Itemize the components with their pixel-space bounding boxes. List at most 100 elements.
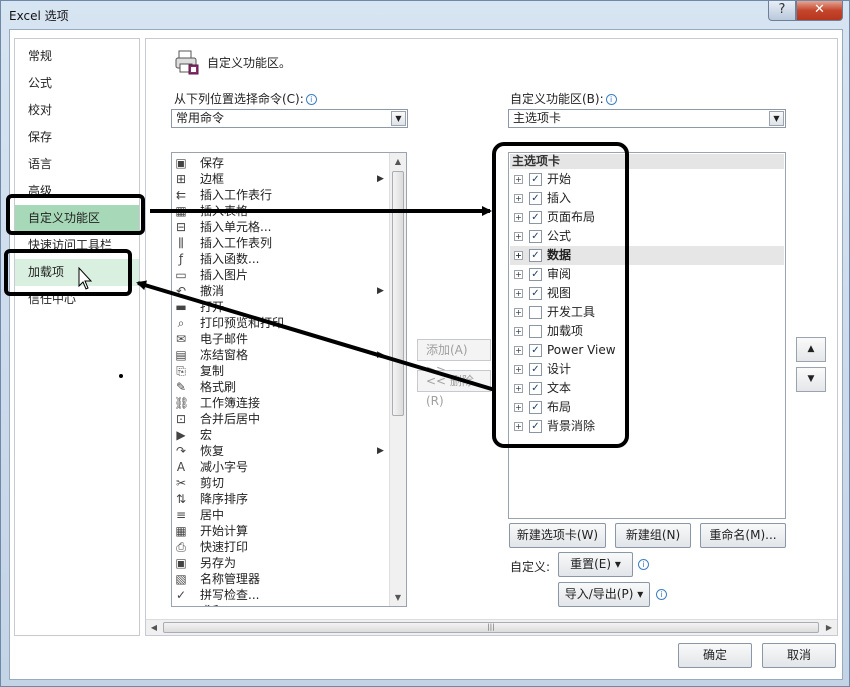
nav-item-8[interactable]: 加载项 <box>15 259 139 286</box>
new-group-button[interactable]: 新建组(N) <box>615 523 691 548</box>
command-item[interactable]: ▣ 保存 <box>172 155 390 171</box>
ribbon-tab-row[interactable]: + ✓ 开始 <box>510 170 784 189</box>
command-item[interactable]: ⎙ 快速打印 <box>172 539 390 555</box>
help-button[interactable]: ? <box>768 1 796 21</box>
move-down-button[interactable]: ▼ <box>796 367 826 392</box>
remove-button[interactable]: << 删除(R) <box>417 370 491 408</box>
command-item[interactable]: ▦ 插入表格 <box>172 203 390 219</box>
ribbon-tab-row[interactable]: + ✓ 背景消除 <box>510 417 784 436</box>
expand-icon[interactable]: + <box>514 346 523 355</box>
ribbon-tab-row[interactable]: + ✓ 布局 <box>510 398 784 417</box>
nav-item-3[interactable]: 保存 <box>15 124 139 151</box>
commands-scrollbar[interactable]: ▲ ▼ <box>389 153 406 606</box>
nav-item-2[interactable]: 校对 <box>15 97 139 124</box>
ribbon-tab-row[interactable]: + ✓ 审阅 <box>510 265 784 284</box>
expand-icon[interactable]: + <box>514 175 523 184</box>
commands-list[interactable]: ↘求和✓拼写检查...▧名称管理器▣另存为⎙快速打印▦开始计算≡居中⇅降序排序✂… <box>171 152 407 607</box>
command-item[interactable]: ⊟ 插入单元格... <box>172 219 390 235</box>
reset-button[interactable]: 重置(E) ▾ <box>558 552 633 577</box>
customize-ribbon-select[interactable]: 主选项卡 ▼ <box>508 109 786 128</box>
add-button[interactable]: 添加(A) >> <box>417 339 491 377</box>
choose-commands-select[interactable]: 常用命令 ▼ <box>171 109 408 128</box>
scroll-down-icon[interactable]: ▼ <box>390 589 406 606</box>
tab-checkbox[interactable]: ✓ <box>529 173 542 186</box>
expand-icon[interactable]: + <box>514 213 523 222</box>
tab-checkbox[interactable]: ✓ <box>529 192 542 205</box>
nav-item-7[interactable]: 快速访问工具栏 <box>15 232 139 259</box>
command-item[interactable]: ⫼ 插入工作表列 <box>172 235 390 251</box>
ribbon-tab-row[interactable]: + 开发工具 <box>510 303 784 322</box>
command-item[interactable]: ⊞ 边框 ▶ <box>172 171 390 187</box>
command-item[interactable]: ⌕ 打印预览和打印 <box>172 315 390 331</box>
command-item[interactable]: ↶ 撤消 ▶ <box>172 283 390 299</box>
command-item[interactable]: ≡ 居中 <box>172 507 390 523</box>
nav-item-5[interactable]: 高级 <box>15 178 139 205</box>
rename-button[interactable]: 重命名(M)... <box>700 523 786 548</box>
command-item[interactable]: ✉ 电子邮件 <box>172 331 390 347</box>
command-item[interactable]: ✓ 拼写检查... <box>172 587 390 603</box>
command-item[interactable]: ✎ 格式刷 <box>172 379 390 395</box>
ribbon-tab-row[interactable]: + ✓ 插入 <box>510 189 784 208</box>
cancel-button[interactable]: 取消 <box>762 643 836 668</box>
scroll-up-icon[interactable]: ▲ <box>390 153 406 170</box>
scroll-left-icon[interactable]: ◀ <box>146 620 162 635</box>
command-item[interactable]: ⛓ 工作簿连接 <box>172 395 390 411</box>
command-item[interactable]: ↘ 求和 <box>172 603 390 606</box>
command-item[interactable]: A 减小字号 <box>172 459 390 475</box>
ok-button[interactable]: 确定 <box>678 643 752 668</box>
horizontal-scrollbar[interactable]: ◀ ||| ▶ <box>146 619 837 635</box>
expand-icon[interactable]: + <box>514 251 523 260</box>
nav-item-4[interactable]: 语言 <box>15 151 139 178</box>
expand-icon[interactable]: + <box>514 232 523 241</box>
expand-icon[interactable]: + <box>514 270 523 279</box>
expand-icon[interactable]: + <box>514 289 523 298</box>
nav-item-0[interactable]: 常规 <box>15 43 139 70</box>
ribbon-tab-row[interactable]: + ✓ 文本 <box>510 379 784 398</box>
expand-icon[interactable]: + <box>514 384 523 393</box>
move-up-button[interactable]: ▲ <box>796 337 826 362</box>
expand-icon[interactable]: + <box>514 194 523 203</box>
expand-icon[interactable]: + <box>514 403 523 412</box>
tab-checkbox[interactable] <box>529 325 542 338</box>
command-item[interactable]: ▤ 冻结窗格 ▶ <box>172 347 390 363</box>
expand-icon[interactable]: + <box>514 308 523 317</box>
command-item[interactable]: ⊡ 合并后居中 <box>172 411 390 427</box>
tab-checkbox[interactable]: ✓ <box>529 344 542 357</box>
ribbon-tab-row[interactable]: + 加载项 <box>510 322 784 341</box>
nav-item-1[interactable]: 公式 <box>15 70 139 97</box>
ribbon-tab-row[interactable]: + ✓ 公式 <box>510 227 784 246</box>
command-item[interactable]: ↷ 恢复 ▶ <box>172 443 390 459</box>
new-tab-button[interactable]: 新建选项卡(W) <box>509 523 606 548</box>
ribbon-tab-row[interactable]: + ✓ 数据 <box>510 246 784 265</box>
nav-item-9[interactable]: 信任中心 <box>15 286 139 313</box>
command-item[interactable]: ▬ 打开 <box>172 299 390 315</box>
ribbon-tab-row[interactable]: + ✓ 视图 <box>510 284 784 303</box>
command-item[interactable]: ✂ 剪切 <box>172 475 390 491</box>
horizontal-scroll-thumb[interactable]: ||| <box>163 622 819 633</box>
command-item[interactable]: ▦ 开始计算 <box>172 523 390 539</box>
command-item[interactable]: ⇅ 降序排序 <box>172 491 390 507</box>
tab-checkbox[interactable]: ✓ <box>529 268 542 281</box>
tab-checkbox[interactable]: ✓ <box>529 287 542 300</box>
command-item[interactable]: ▣ 另存为 <box>172 555 390 571</box>
tab-checkbox[interactable]: ✓ <box>529 401 542 414</box>
ribbon-tab-row[interactable]: + ✓ Power View <box>510 341 784 360</box>
command-item[interactable]: ⇇ 插入工作表行 <box>172 187 390 203</box>
scroll-right-icon[interactable]: ▶ <box>821 620 837 635</box>
ribbon-tab-row[interactable]: + ✓ 设计 <box>510 360 784 379</box>
expand-icon[interactable]: + <box>514 327 523 336</box>
nav-item-6[interactable]: 自定义功能区 <box>15 205 139 232</box>
import-export-button[interactable]: 导入/导出(P) ▾ <box>558 582 650 607</box>
tab-checkbox[interactable]: ✓ <box>529 420 542 433</box>
command-item[interactable]: ▶ 宏 <box>172 427 390 443</box>
tab-checkbox[interactable]: ✓ <box>529 249 542 262</box>
expand-icon[interactable]: + <box>514 365 523 374</box>
tab-checkbox[interactable]: ✓ <box>529 363 542 376</box>
command-item[interactable]: ▭ 插入图片 <box>172 267 390 283</box>
command-item[interactable]: ▧ 名称管理器 <box>172 571 390 587</box>
command-item[interactable]: ⎘ 复制 <box>172 363 390 379</box>
tab-checkbox[interactable]: ✓ <box>529 230 542 243</box>
tab-checkbox[interactable] <box>529 306 542 319</box>
expand-icon[interactable]: + <box>514 422 523 431</box>
tab-checkbox[interactable]: ✓ <box>529 211 542 224</box>
